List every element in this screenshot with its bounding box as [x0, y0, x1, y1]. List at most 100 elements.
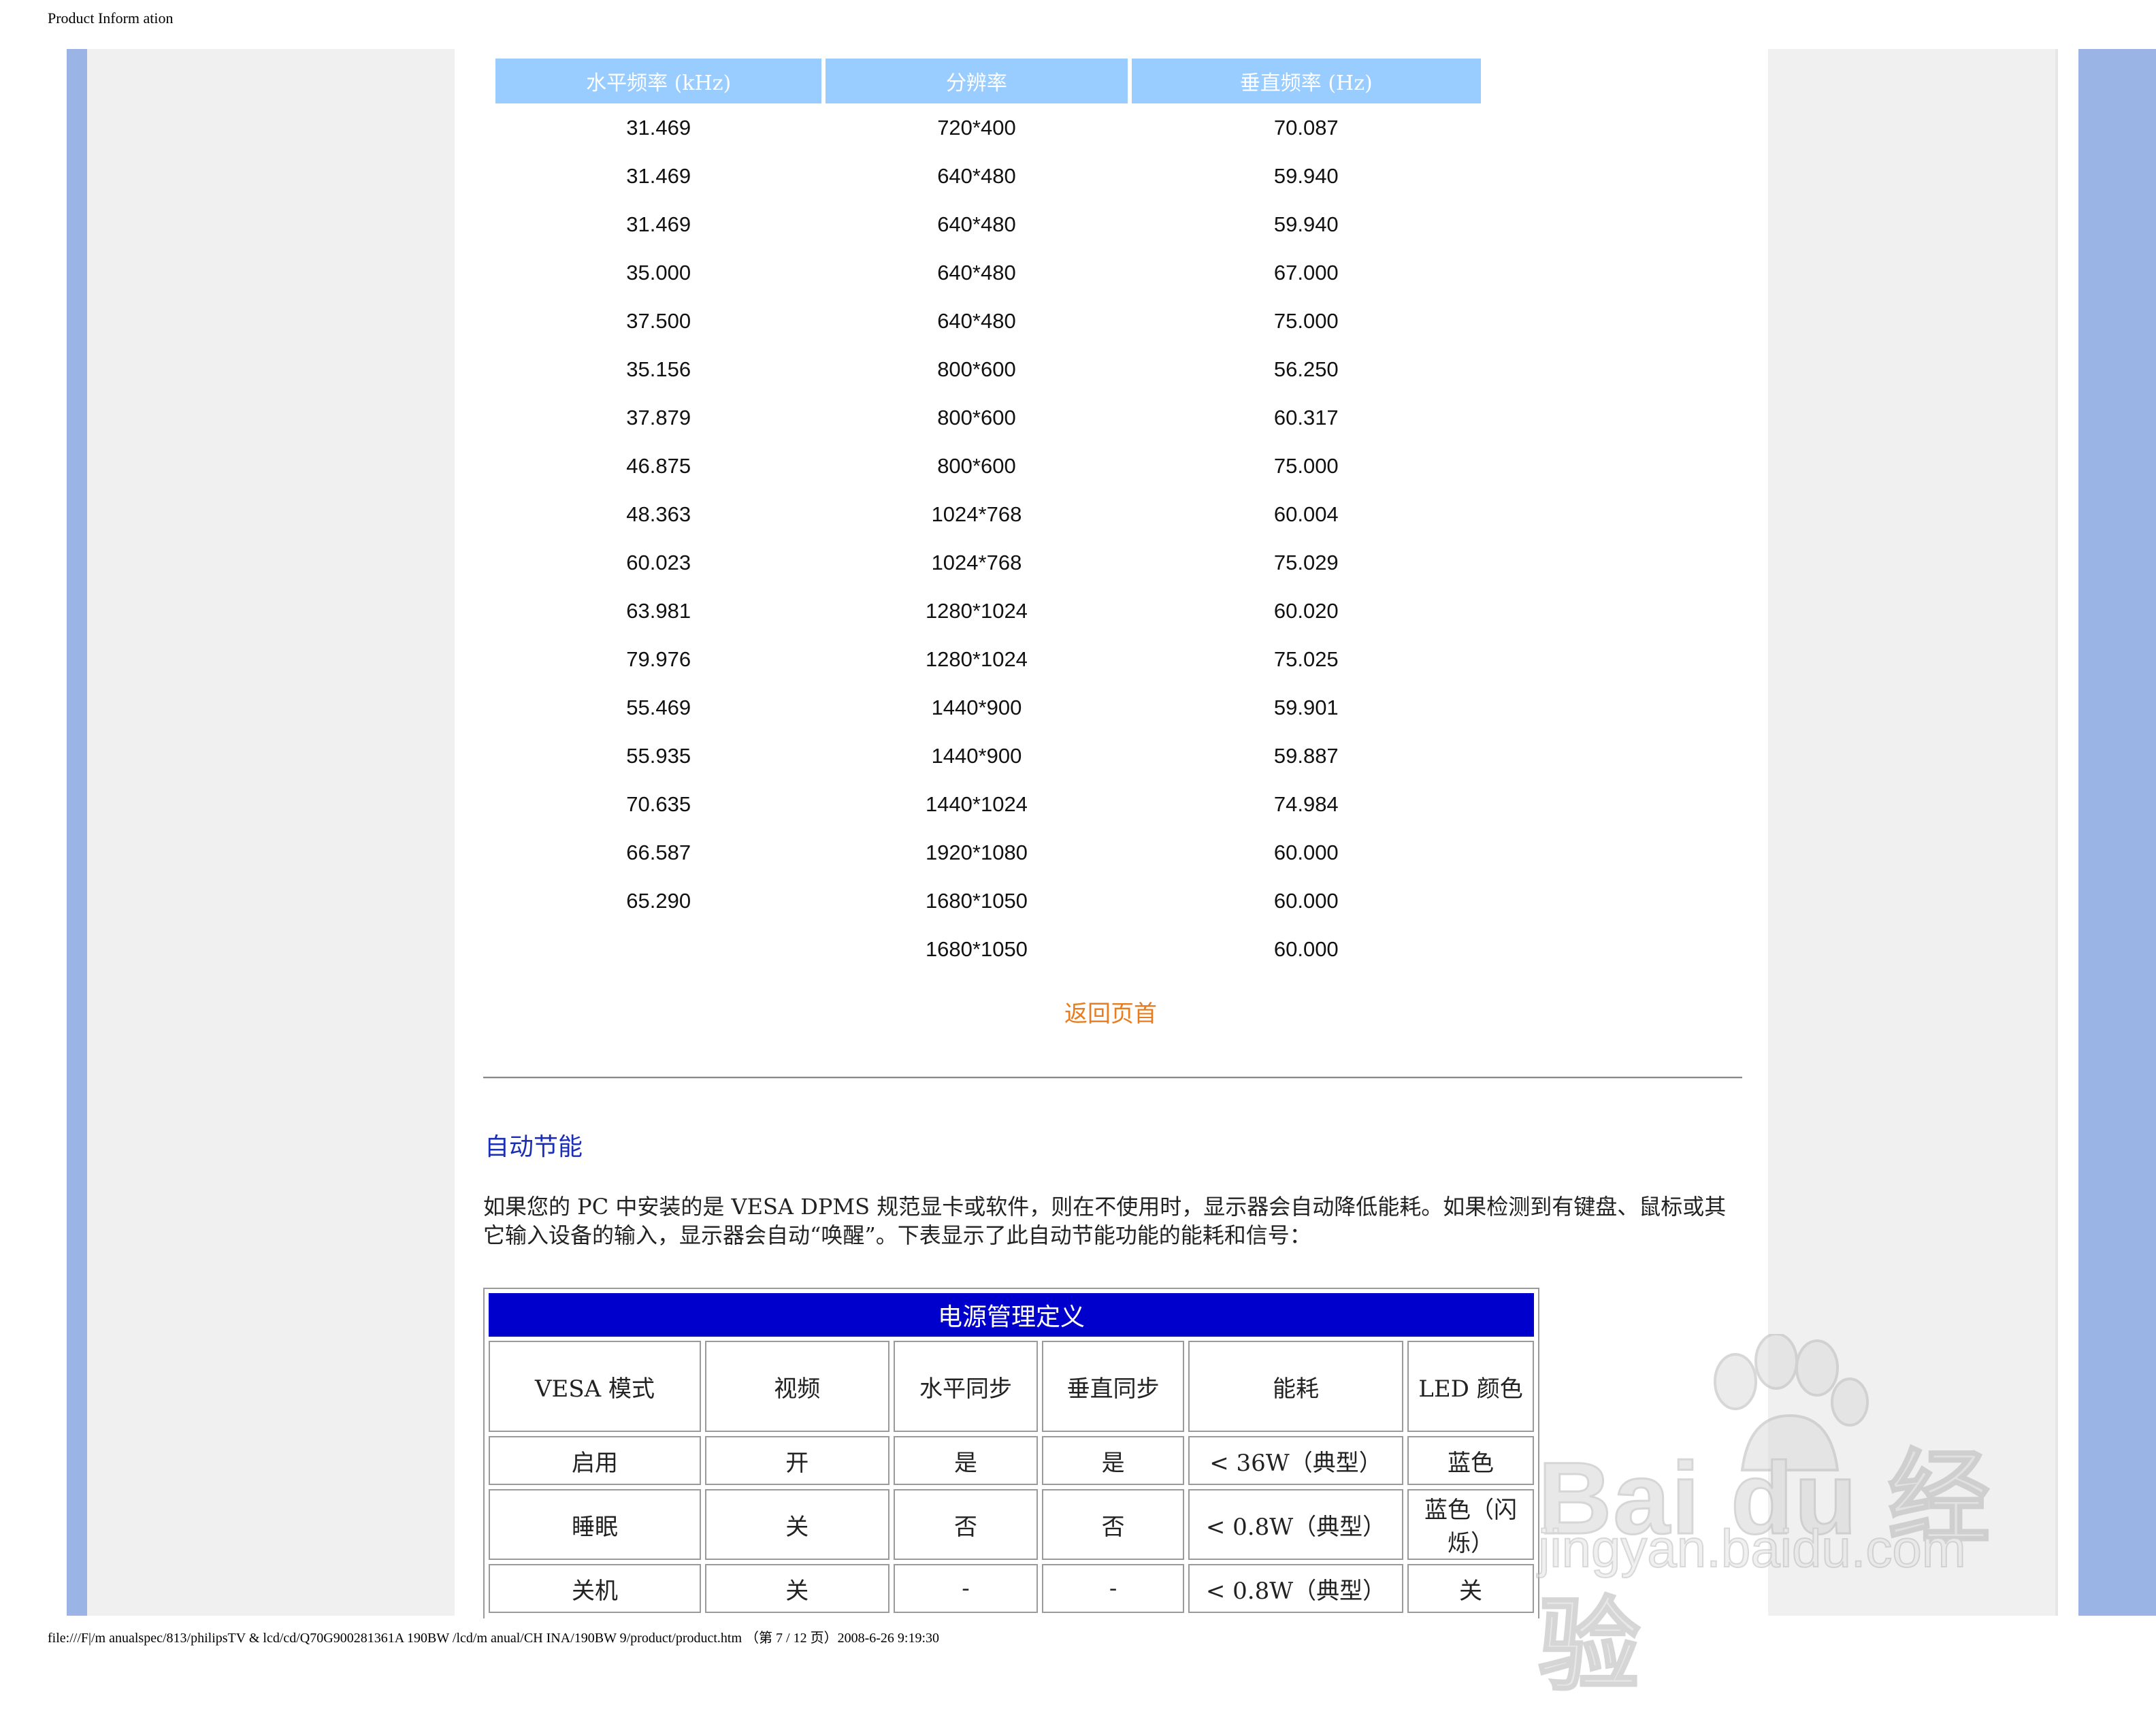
horizontal-frequency: 60.023: [626, 550, 691, 574]
table-row: 35.156 800*600 56.250: [495, 345, 1481, 393]
power-description: 如果您的 PC 中安装的是 VESA DPMS 规范显卡或软件，则在不使用时，显…: [483, 1194, 1727, 1248]
header-video: 视频: [704, 1341, 889, 1432]
vertical-frequency: 70.087: [1273, 115, 1339, 140]
power-consumption: < 0.8W（典型）: [1188, 1564, 1404, 1613]
power-table-header-row: VESA 模式 视频 水平同步 垂直同步 能耗 LED 颜色: [489, 1341, 1534, 1432]
vesa-mode: 启用: [489, 1436, 701, 1485]
resolution: 1280*1024: [925, 598, 1028, 623]
horizontal-sync: 否: [893, 1489, 1039, 1560]
horizontal-frequency: 66.587: [626, 840, 691, 864]
vertical-frequency: 59.940: [1273, 163, 1339, 188]
led-color: 关: [1407, 1564, 1534, 1613]
resolution: 1680*1050: [925, 888, 1028, 913]
power-table-title: 电源管理定义: [489, 1293, 1534, 1337]
power-consumption: < 36W（典型）: [1188, 1436, 1404, 1485]
vertical-frequency: 75.025: [1273, 647, 1339, 671]
horizontal-frequency: 37.879: [626, 405, 691, 429]
left-sidebar: [87, 49, 455, 1616]
resolution: 720*400: [937, 115, 1016, 140]
section-divider: [483, 1077, 1742, 1079]
header-vesa-mode: VESA 模式: [489, 1341, 701, 1432]
vesa-mode: 关机: [489, 1564, 701, 1613]
resolution: 1280*1024: [925, 647, 1028, 671]
header-led-color: LED 颜色: [1407, 1341, 1534, 1432]
timing-header-row: 水平频率 (kHz) 分辨率 垂直频率 (Hz): [495, 59, 1481, 103]
table-row: 1680*1050 60.000: [495, 925, 1481, 973]
resolution: 640*480: [937, 212, 1016, 236]
table-row: 48.363 1024*768 60.004: [495, 490, 1481, 538]
resolution: 1024*768: [931, 550, 1022, 574]
horizontal-frequency: 31.469: [626, 115, 691, 140]
video: 关: [704, 1489, 889, 1560]
horizontal-frequency: 65.290: [626, 888, 691, 913]
header-horizontal-sync: 水平同步: [893, 1341, 1039, 1432]
table-row: 37.879 800*600 60.317: [495, 393, 1481, 442]
vertical-frequency: 75.000: [1273, 308, 1339, 333]
vertical-frequency: 60.020: [1273, 598, 1339, 623]
video: 关: [704, 1564, 889, 1613]
resolution: 640*480: [937, 163, 1016, 188]
page-header: Product Inform ation: [48, 10, 174, 27]
resolution: 640*480: [937, 308, 1016, 333]
vertical-frequency: 60.317: [1273, 405, 1339, 429]
table-row: 55.935 1440*900 59.887: [495, 732, 1481, 780]
horizontal-frequency: 31.469: [626, 212, 691, 236]
power-consumption: < 0.8W（典型）: [1188, 1489, 1404, 1560]
horizontal-frequency: 70.635: [626, 792, 691, 816]
resolution: 1024*768: [931, 502, 1022, 526]
header-resolution: 分辨率: [826, 59, 1128, 103]
vertical-frequency: 75.029: [1273, 550, 1339, 574]
table-row: 55.469 1440*900 59.901: [495, 683, 1481, 732]
table-row: 70.635 1440*1024 74.984: [495, 780, 1481, 828]
resolution: 640*480: [937, 260, 1016, 284]
resolution: 1440*1024: [925, 792, 1028, 816]
vertical-frequency: 59.940: [1273, 212, 1339, 236]
video: 开: [704, 1436, 889, 1485]
horizontal-frequency: 46.875: [626, 453, 691, 478]
baidu-watermark: Bai du 经验 jingyan.baidu.com: [1524, 1334, 2042, 1704]
resolution: 800*600: [937, 405, 1016, 429]
horizontal-frequency: 31.469: [626, 163, 691, 188]
right-divider-line: [2055, 49, 2058, 1616]
resolution: 1920*1080: [925, 840, 1028, 864]
vertical-frequency: 60.000: [1273, 936, 1339, 961]
vertical-sync: 是: [1042, 1436, 1184, 1485]
horizontal-frequency: 35.156: [626, 357, 691, 381]
header-vertical-frequency: 垂直频率 (Hz): [1131, 59, 1481, 103]
horizontal-frequency: [495, 925, 821, 973]
table-row: 31.469 640*480 59.940: [495, 200, 1481, 248]
resolution: 1680*1050: [925, 936, 1028, 961]
vertical-frequency: 60.004: [1273, 502, 1339, 526]
timing-table: 水平频率 (kHz) 分辨率 垂直频率 (Hz) 31.469 720*400 70…: [491, 59, 1485, 973]
vertical-frequency: 60.000: [1273, 888, 1339, 913]
vertical-frequency: 74.984: [1273, 792, 1339, 816]
table-row: 60.023 1024*768 75.029: [495, 538, 1481, 587]
table-row: 66.587 1920*1080 60.000: [495, 828, 1481, 877]
table-row: 46.875 800*600 75.000: [495, 442, 1481, 490]
power-management-table-frame: 电源管理定义 VESA 模式 视频 水平同步 垂直同步 能耗 LED 颜色 启用…: [483, 1288, 1539, 1618]
table-row: 65.290 1680*1050 60.000: [495, 877, 1481, 925]
table-row: 37.500 640*480 75.000: [495, 297, 1481, 345]
vertical-frequency: 56.250: [1273, 357, 1339, 381]
vertical-frequency: 60.000: [1273, 840, 1339, 864]
vertical-sync: 否: [1042, 1489, 1184, 1560]
resolution: 800*600: [937, 453, 1016, 478]
table-row: 启用 开 是 是 < 36W（典型） 蓝色: [489, 1436, 1534, 1485]
header-power-consumption: 能耗: [1188, 1341, 1404, 1432]
table-row: 63.981 1280*1024 60.020: [495, 587, 1481, 635]
power-management-table: 电源管理定义 VESA 模式 视频 水平同步 垂直同步 能耗 LED 颜色 启用…: [485, 1289, 1538, 1617]
table-row: 79.976 1280*1024 75.025: [495, 635, 1481, 683]
resolution: 1440*900: [931, 743, 1022, 768]
horizontal-frequency: 79.976: [626, 647, 691, 671]
vertical-frequency: 67.000: [1273, 260, 1339, 284]
power-table-title-row: 电源管理定义: [489, 1293, 1534, 1337]
back-to-top-link[interactable]: 返回页首: [1064, 995, 1157, 1028]
table-row: 关机 关 - - < 0.8W（典型） 关: [489, 1564, 1534, 1613]
left-accent-bar: [67, 49, 87, 1616]
page-footer: file:///F|/m anualspec/813/philipsTV & l…: [48, 1631, 940, 1646]
horizontal-frequency: 55.935: [626, 743, 691, 768]
table-row: 35.000 640*480 67.000: [495, 248, 1481, 297]
vertical-frequency: 59.887: [1273, 743, 1339, 768]
vertical-frequency: 75.000: [1273, 453, 1339, 478]
horizontal-frequency: 35.000: [626, 260, 691, 284]
